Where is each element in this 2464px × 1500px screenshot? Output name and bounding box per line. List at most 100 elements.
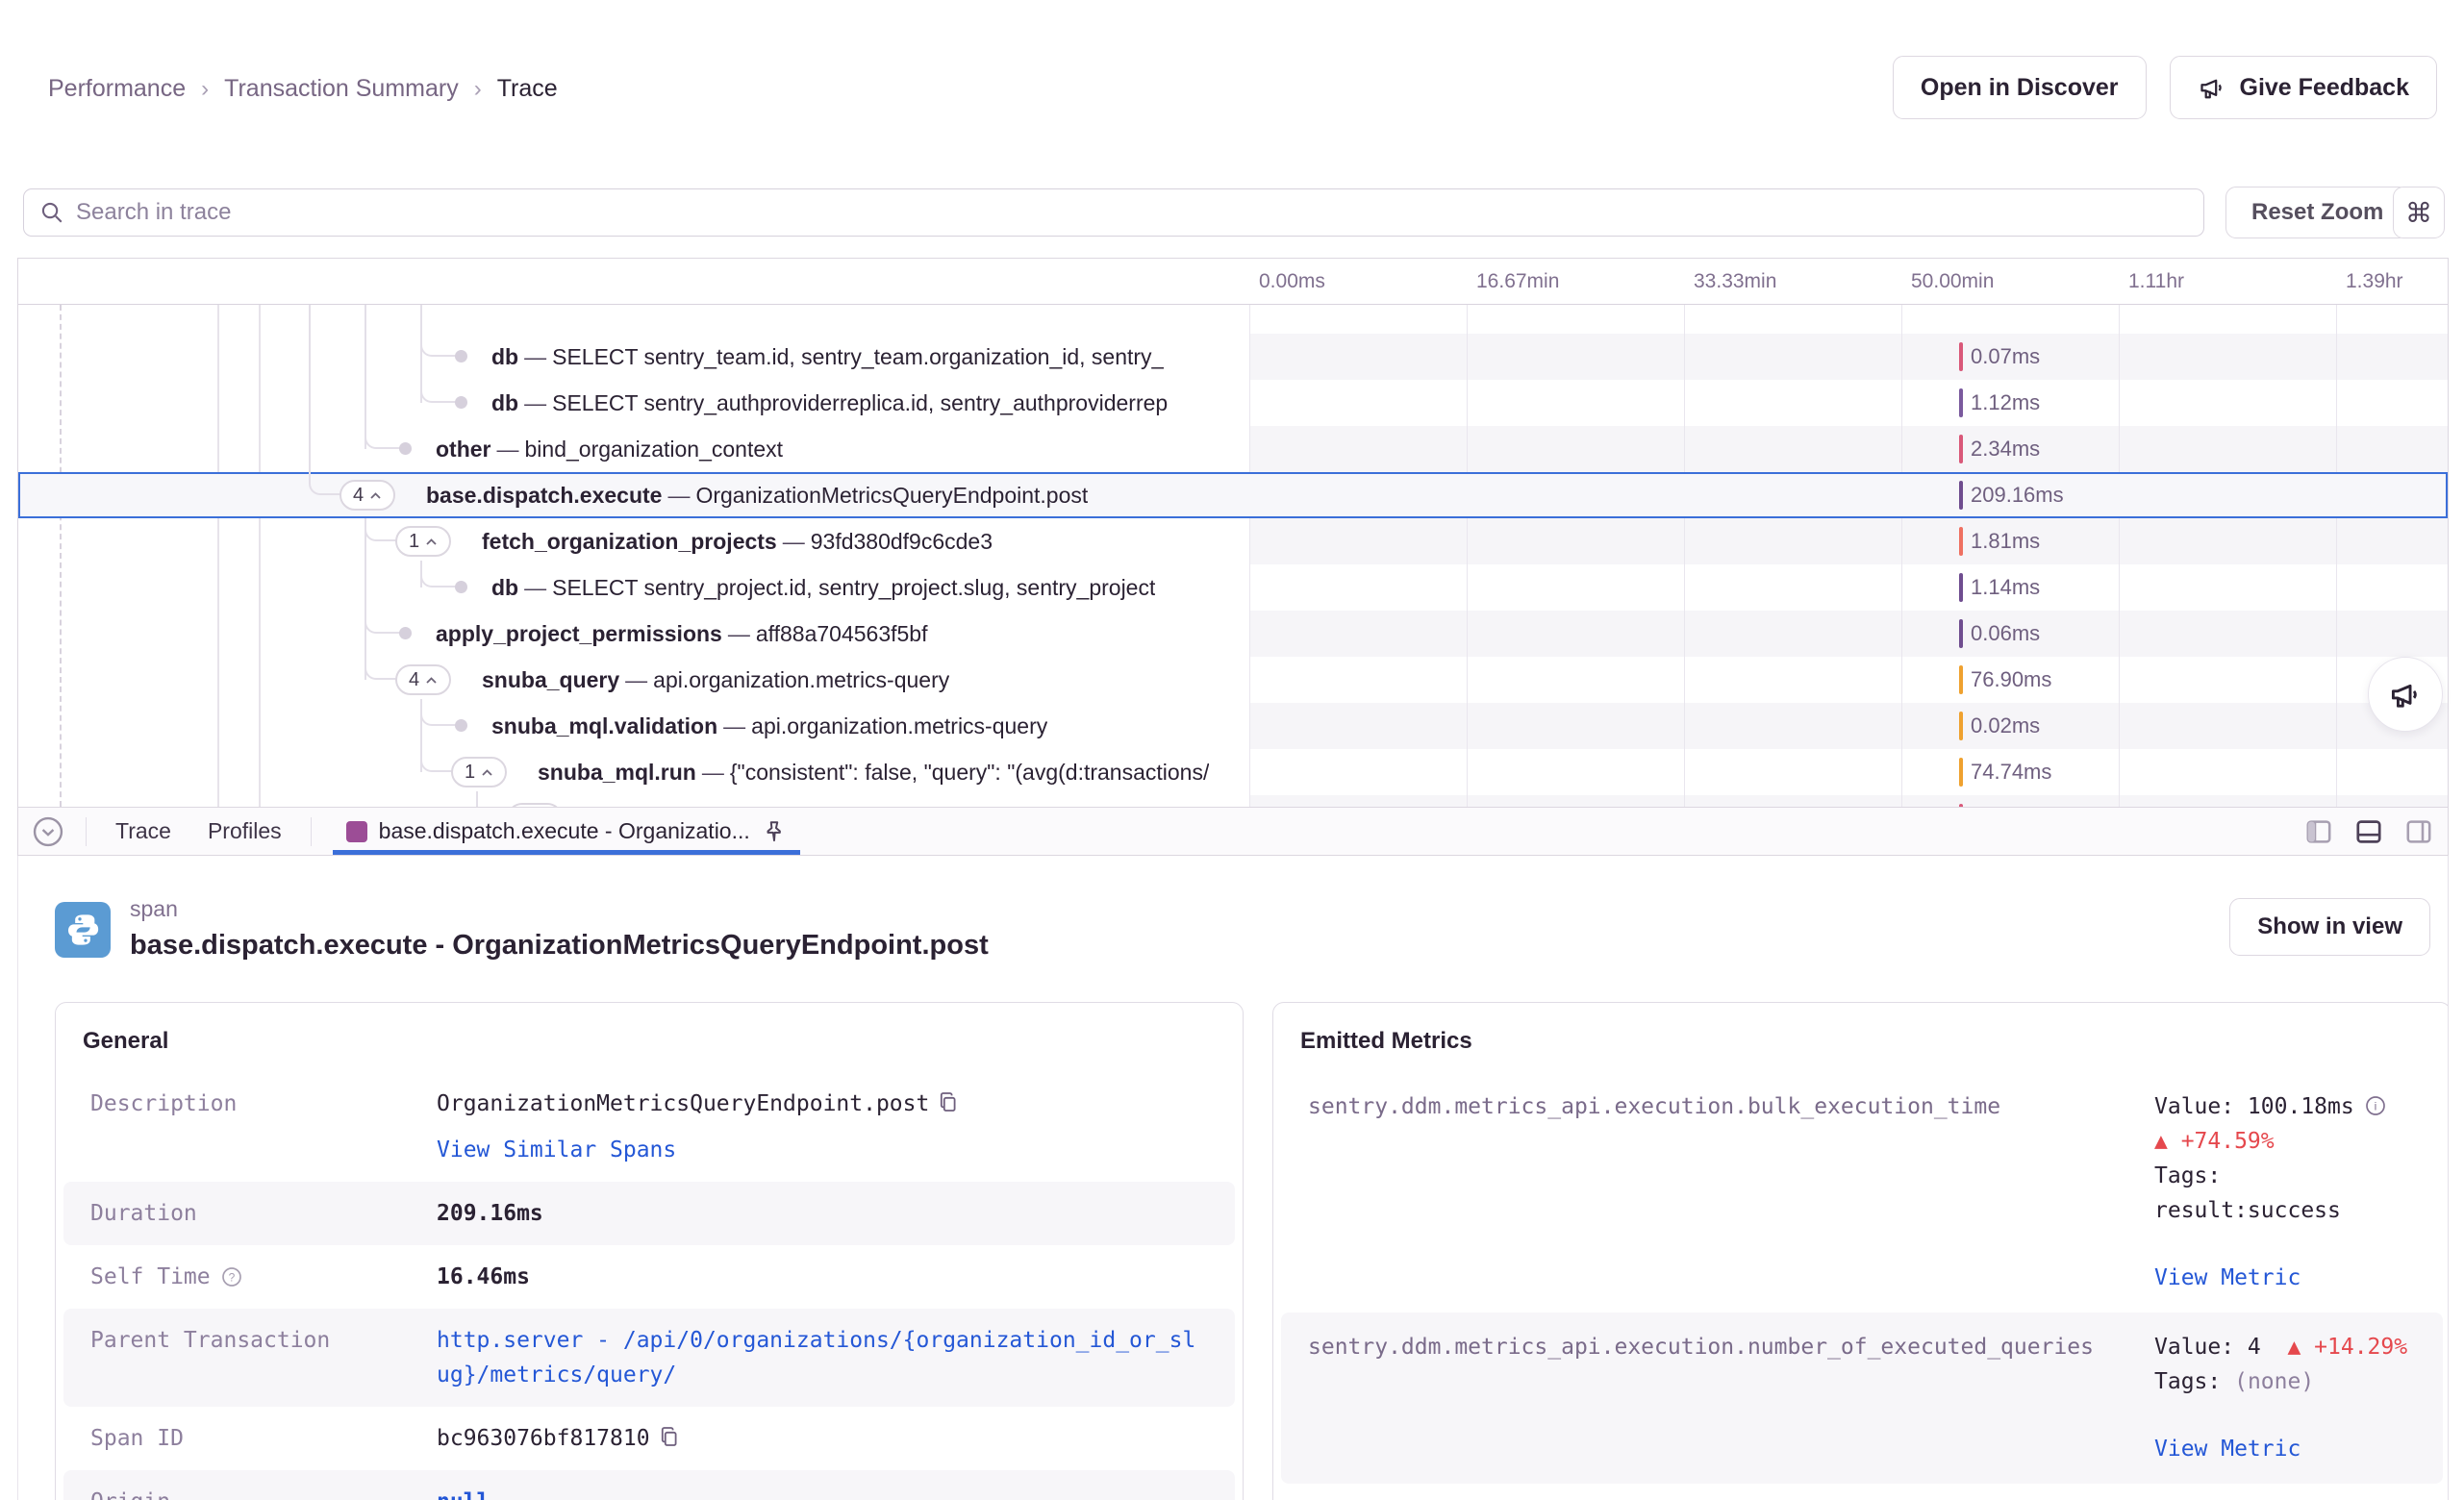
trace-row[interactable]: other—bind_organization_context2.34ms — [18, 426, 2448, 472]
feedback-floating-button[interactable] — [2368, 657, 2443, 732]
span-duration-label: 0.02ms — [1971, 703, 2040, 749]
show-in-view-button[interactable]: Show in view — [2229, 898, 2430, 956]
span-row-label: http.client—POST http://127.0.0.1:10006/… — [593, 795, 1218, 808]
collapse-chevron-button[interactable] — [32, 815, 64, 848]
span-row-label: snuba_query—api.organization.metrics-que… — [482, 657, 949, 703]
timeline-row-background — [1249, 334, 2448, 380]
trace-row[interactable]: db—SELECT sentry_project.id, sentry_proj… — [18, 564, 2448, 611]
timeline-row-background — [1249, 380, 2448, 426]
general-row-value: null — [437, 1485, 1208, 1500]
view-similar-spans-link[interactable]: View Similar Spans — [437, 1133, 1208, 1167]
trace-row[interactable]: snuba_mql.validation—api.organization.me… — [18, 703, 2448, 749]
timeline-row-background — [1249, 518, 2448, 564]
breadcrumb-transaction-summary[interactable]: Transaction Summary — [224, 75, 459, 103]
divider — [86, 817, 87, 846]
span-row-label: apply_project_permissions—aff88a704563f5… — [436, 611, 928, 657]
tree-connector-elbow — [420, 699, 457, 726]
megaphone-icon — [2198, 73, 2226, 102]
metric-row: sentry.ddm.metrics_api.execution.number_… — [1281, 1312, 2443, 1484]
span-children-count-pill[interactable]: 4 — [339, 480, 395, 511]
copy-icon[interactable] — [658, 1425, 681, 1448]
span-row-label: db—SELECT sentry_project.id, sentry_proj… — [491, 564, 1155, 611]
view-metric-link[interactable]: View Metric — [2154, 1261, 2416, 1295]
metric-row: sentry.ddm.metrics_api.execution.total_e… — [1281, 1484, 2443, 1500]
active-tab-label: base.dispatch.execute - Organizatio... — [379, 818, 750, 844]
metric-value-cell: Value: 4 ▲ +14.29%Tags: (none)View Metri… — [2154, 1330, 2416, 1466]
value-text: bc963076bf817810 — [437, 1426, 650, 1451]
span-duration-label: 74.74ms — [1971, 749, 2051, 795]
timeline-row-background — [1249, 749, 2448, 795]
tree-connector-elbow — [365, 607, 401, 634]
timeline-row-background — [1249, 795, 2448, 808]
trace-row[interactable]: apply_project_permissions—aff88a704563f5… — [18, 611, 2448, 657]
tab-trace[interactable]: Trace — [108, 818, 179, 844]
span-leaf-bullet — [455, 581, 467, 593]
span-row-label: db—SELECT sentry_team.id, sentry_team.or… — [491, 334, 1164, 380]
span-duration-bar — [1959, 758, 1963, 787]
tree-connector-elbow — [420, 376, 457, 403]
span-duration-label: 76.90ms — [1971, 657, 2051, 703]
value-text: OrganizationMetricsQueryEndpoint.post — [437, 1091, 929, 1116]
trace-row[interactable]: db—SELECT sentry_team.id, sentry_team.or… — [18, 334, 2448, 380]
trace-row[interactable]: db—SELECT sentry_authproviderreplica.id,… — [18, 380, 2448, 426]
breadcrumb-separator: › — [474, 76, 482, 103]
general-row-label: Parent Transaction — [90, 1323, 437, 1392]
layout-right-panel-button[interactable] — [2403, 816, 2434, 847]
trace-row[interactable]: 1http.client—POST http://127.0.0.1:10006… — [18, 795, 2448, 808]
timeline-row-background — [1249, 426, 2448, 472]
span-children-count-pill[interactable]: 1 — [451, 757, 507, 788]
value-link[interactable]: http.server - /api/0/organizations/{orga… — [437, 1328, 1195, 1388]
span-row-label: snuba_mql.validation—api.organization.me… — [491, 703, 1047, 749]
give-feedback-button[interactable]: Give Feedback — [2170, 56, 2437, 119]
span-duration-label: 2.34ms — [1971, 426, 2040, 472]
emitted-metrics-panel: Emitted Metrics sentry.ddm.metrics_api.e… — [1272, 1002, 2449, 1500]
span-duration-label: 1.81ms — [1971, 518, 2040, 564]
general-row-value: 209.16ms — [437, 1196, 1208, 1231]
span-children-count-pill[interactable]: 1 — [395, 526, 451, 557]
give-feedback-label: Give Feedback — [2240, 74, 2409, 102]
layout-left-panel-button[interactable] — [2303, 816, 2334, 847]
svg-text:?: ? — [228, 1270, 235, 1284]
timeline-row-background — [1249, 703, 2448, 749]
search-bar[interactable] — [23, 188, 2204, 237]
span-children-count-pill[interactable]: 4 — [395, 664, 451, 695]
view-metric-link[interactable]: View Metric — [2154, 1432, 2416, 1466]
span-tree-rows: db—SELECT sentry_team.id, sentry_team.or… — [18, 305, 2448, 808]
reset-zoom-button[interactable]: Reset Zoom — [2225, 187, 2409, 238]
general-title: General — [56, 1003, 1243, 1072]
span-duration-bar — [1959, 435, 1963, 463]
timeline-row-background — [1249, 472, 2448, 518]
search-input[interactable] — [76, 199, 2188, 226]
timeline-gridline — [1467, 259, 1468, 807]
divider — [311, 817, 312, 846]
trace-row[interactable]: 1snuba_mql.run—{"consistent": false, "qu… — [18, 749, 2448, 795]
trace-row[interactable]: 4 snuba_query—api.organization.metrics-qu… — [18, 657, 2448, 703]
span-row-label: base.dispatch.execute—OrganizationMetric… — [426, 472, 1088, 518]
trace-row[interactable]: 4 base.dispatch.execute—OrganizationMetri… — [18, 472, 2448, 518]
value-link[interactable]: null — [437, 1489, 490, 1500]
trace-waterfall[interactable]: 0.00ms16.67min33.33min50.00min1.11hr1.39… — [17, 258, 2449, 808]
tab-profiles[interactable]: Profiles — [200, 818, 289, 844]
pin-icon[interactable] — [762, 819, 787, 844]
span-duration-bar — [1959, 712, 1963, 740]
open-in-discover-button[interactable]: Open in Discover — [1893, 56, 2147, 119]
search-icon — [39, 200, 64, 225]
copy-icon[interactable] — [937, 1090, 960, 1113]
tab-span-detail-active[interactable]: base.dispatch.execute - Organizatio... — [333, 808, 800, 855]
general-row-value: http.server - /api/0/organizations/{orga… — [437, 1323, 1208, 1392]
shortcut-command-button[interactable]: ⌘ — [2393, 187, 2445, 238]
help-icon[interactable]: ? — [220, 1265, 243, 1288]
span-duration-bar — [1959, 342, 1963, 371]
metric-name: sentry.ddm.metrics_api.execution.bulk_ex… — [1308, 1089, 2154, 1295]
info-icon[interactable]: i — [2364, 1094, 2387, 1117]
span-duration-label: 1.14ms — [1971, 564, 2040, 611]
metric-value-cell: Value: 100.18msi▲ +74.59%Tags:result:suc… — [2154, 1089, 2416, 1295]
tree-connector-elbow — [420, 561, 457, 588]
tree-guide-dashed — [60, 305, 62, 807]
trace-row[interactable]: 1fetch_organization_projects—93fd380df9c… — [18, 518, 2448, 564]
tree-connector-elbow — [420, 330, 457, 357]
timeline-gridline — [1249, 259, 1250, 807]
general-row: DescriptionOrganizationMetricsQueryEndpo… — [63, 1072, 1235, 1182]
layout-bottom-panel-button[interactable] — [2353, 816, 2384, 847]
breadcrumb-performance[interactable]: Performance — [48, 75, 186, 103]
